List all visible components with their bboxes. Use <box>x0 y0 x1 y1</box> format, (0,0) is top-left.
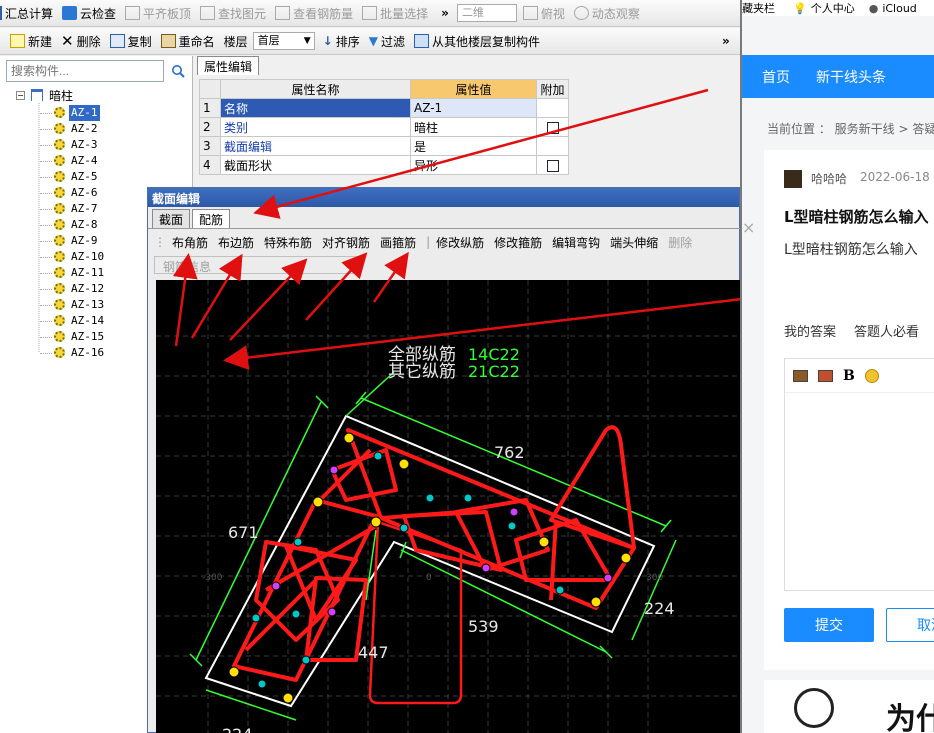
mascot-icon <box>794 688 834 728</box>
next-card: 为什 <box>764 680 934 733</box>
answer-tabs: 我的答案 答题人必看 <box>784 321 919 340</box>
close-icon[interactable]: × <box>742 218 755 237</box>
avatar[interactable] <box>784 170 802 188</box>
annotation-arrow <box>172 253 198 347</box>
annotation-arrows <box>172 88 740 371</box>
bookmark-item[interactable]: 藏夹栏 <box>742 0 775 16</box>
question-body: L型暗柱钢筋怎么输入 <box>784 242 918 258</box>
nav-home[interactable]: 首页 <box>762 67 790 87</box>
annotation-arrow <box>372 251 409 303</box>
annotation-arrow <box>190 253 243 339</box>
annotation-arrow <box>229 258 308 341</box>
answer-editor[interactable]: B <box>784 358 934 591</box>
emoji-icon[interactable] <box>864 368 879 383</box>
editor-toolbar: B <box>785 359 934 393</box>
post-date: 2022-06-18 1 <box>860 170 934 184</box>
bookmark-item[interactable]: 个人中心 <box>811 0 855 16</box>
nav-headlines[interactable]: 新干线头条 <box>816 67 886 87</box>
annotation-arrow <box>305 252 368 321</box>
annotation-arrow <box>223 297 740 371</box>
image-icon[interactable] <box>793 369 808 382</box>
tab-my-answer[interactable]: 我的答案 <box>784 321 836 340</box>
submit-button[interactable]: 提交 <box>784 608 874 642</box>
bold-icon[interactable]: B <box>843 368 855 384</box>
annotation-arrow <box>253 88 709 219</box>
site-nav: 首页 新干线头条 <box>742 55 934 98</box>
lightbulb-icon: 💡 <box>793 1 807 15</box>
question-card: 哈哈哈 2022-06-18 1 L型暗柱钢筋怎么输入 L型暗柱钢筋怎么输入 我… <box>764 150 934 670</box>
apple-icon: ● <box>868 1 879 15</box>
gtj-application: 汇总计算 云检查 平齐板顶 查找图元 查看钢筋量 批量选择 » 二维 俯视 动态… <box>0 0 740 733</box>
media-icon[interactable] <box>818 369 833 382</box>
next-card-title: 为什 <box>886 702 934 733</box>
tab-must-read[interactable]: 答题人必看 <box>854 321 919 340</box>
browser-window: 藏夹栏 💡 个人中心 ● iCloud 首页 新干线头条 当前位置 ： 服务新干… <box>740 0 934 733</box>
bookmark-item[interactable]: iCloud <box>882 2 916 15</box>
author-name[interactable]: 哈哈哈 <box>811 170 847 187</box>
cancel-button[interactable]: 取消 <box>886 608 934 642</box>
bookmarks-bar: 藏夹栏 💡 个人中心 ● iCloud <box>742 0 934 16</box>
question-title[interactable]: L型暗柱钢筋怎么输入 <box>784 206 929 227</box>
breadcrumb: 当前位置 ： 服务新干线 > 答疑 <box>767 122 934 136</box>
